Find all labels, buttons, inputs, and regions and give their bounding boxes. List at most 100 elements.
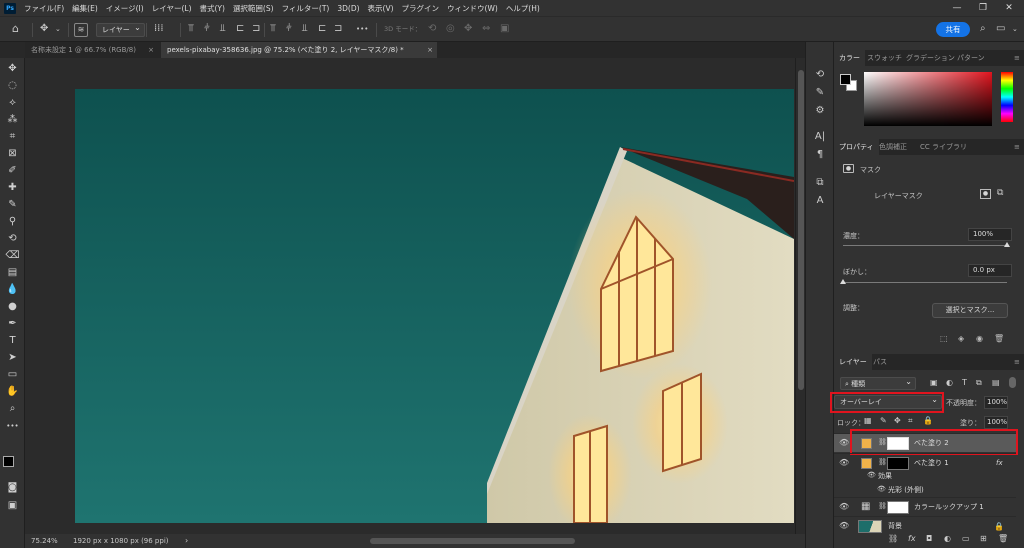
auto-select-dropdown[interactable]: レイヤー	[96, 22, 145, 37]
type-tool-icon[interactable]: T	[4, 334, 21, 348]
align-vcenter-icon[interactable]: ⫩	[204, 23, 210, 35]
close-icon[interactable]: ×	[427, 42, 433, 58]
auto-select-icon[interactable]: ≋	[74, 23, 88, 37]
horizontal-scroll-thumb[interactable]	[370, 538, 575, 544]
share-button[interactable]: 共有	[936, 22, 970, 37]
search-icon[interactable]: ⌕	[980, 23, 986, 35]
move-tool-icon[interactable]: ✥	[40, 23, 48, 35]
character-icon[interactable]: A|	[813, 130, 827, 144]
pixel-mask-icon[interactable]: ●	[980, 189, 991, 199]
align-bottom-icon[interactable]: ⫫	[220, 23, 226, 35]
tab-cc-libraries[interactable]: CC ライブラリ	[915, 139, 972, 155]
marquee-tool-icon[interactable]: ◌	[4, 79, 21, 93]
path-selection-tool-icon[interactable]: ➤	[4, 351, 21, 365]
foreground-color-swatch[interactable]	[3, 456, 14, 467]
gradient-tool-icon[interactable]: ▤	[4, 266, 21, 280]
density-field[interactable]: 100%	[968, 228, 1012, 241]
lock-pixels-icon[interactable]: ✎	[880, 416, 887, 425]
lock-artboard-icon[interactable]: ⌗	[908, 416, 913, 426]
menu-edit[interactable]: 編集(E)	[72, 3, 98, 14]
panel-menu-icon[interactable]: ≡	[1012, 354, 1022, 370]
quick-select-tool-icon[interactable]: ⁂	[4, 113, 21, 127]
lock-all-icon[interactable]: 🔒	[923, 416, 933, 425]
add-mask-icon[interactable]: ◘	[926, 534, 932, 543]
move-tool-icon[interactable]: ✥	[4, 62, 21, 76]
density-slider-knob[interactable]	[1004, 242, 1010, 247]
paragraph-icon[interactable]: ¶	[813, 148, 827, 162]
distribute-bottom-icon[interactable]: ⫫	[302, 23, 308, 35]
layer-row-color-lookup[interactable]: 👁 ▦ ⛓ カラールックアップ 1	[834, 497, 1016, 516]
new-layer-icon[interactable]: ⊞	[980, 534, 987, 543]
color-picker-field[interactable]	[864, 72, 992, 126]
filter-toggle[interactable]	[1009, 377, 1016, 388]
more-tools-icon[interactable]: •••	[4, 419, 21, 433]
menu-plugins[interactable]: プラグイン	[402, 3, 440, 14]
tab-adjustments[interactable]: 色調補正	[874, 139, 912, 155]
menu-window[interactable]: ウィンドウ(W)	[447, 3, 498, 14]
select-and-mask-button[interactable]: 選択とマスク...	[932, 303, 1008, 318]
pen-tool-icon[interactable]: ✒	[4, 317, 21, 331]
feather-field[interactable]: 0.0 px	[968, 264, 1012, 277]
3d-icon[interactable]: ⧉	[813, 176, 827, 190]
filter-pixel-icon[interactable]: ▣	[930, 378, 938, 387]
vector-mask-icon[interactable]: ⧉	[997, 188, 1003, 198]
group-icon[interactable]: ▭	[962, 534, 970, 543]
menu-3d[interactable]: 3D(D)	[337, 4, 359, 13]
panel-menu-icon[interactable]: ≡	[1012, 139, 1022, 155]
lasso-tool-icon[interactable]: ⟡	[4, 96, 21, 110]
eye-icon[interactable]: 👁	[839, 438, 849, 447]
eye-icon[interactable]: 👁	[839, 521, 849, 530]
adjustments-icon[interactable]: ⚙	[813, 104, 827, 118]
eraser-tool-icon[interactable]: ⌫	[4, 249, 21, 263]
filter-adjustment-icon[interactable]: ◐	[946, 378, 953, 387]
lock-position-icon[interactable]: ✥	[894, 416, 901, 425]
align-top-icon[interactable]: ⫪	[188, 23, 194, 35]
tab-pexels[interactable]: pexels-pixabay-358636.jpg @ 75.2% (べた塗り …	[161, 42, 437, 58]
blur-tool-icon[interactable]: 💧	[4, 283, 21, 297]
hue-slider[interactable]	[1001, 72, 1013, 122]
eye-icon[interactable]: 👁	[839, 502, 849, 511]
menu-image[interactable]: イメージ(I)	[106, 3, 144, 14]
link-icon[interactable]: ⛓	[878, 502, 887, 510]
fill-color-thumbnail[interactable]	[861, 458, 872, 469]
hand-tool-icon[interactable]: ✋	[4, 385, 21, 399]
density-slider[interactable]	[843, 242, 1010, 247]
menu-help[interactable]: ヘルプ(H)	[506, 3, 540, 14]
layer-name[interactable]: カラールックアップ 1	[914, 498, 984, 517]
feather-slider[interactable]	[840, 279, 1007, 284]
clone-stamp-tool-icon[interactable]: ⚲	[4, 215, 21, 229]
menu-type[interactable]: 書式(Y)	[200, 3, 225, 14]
layer-row-background[interactable]: 👁 背景 🔒	[834, 516, 1016, 535]
history-icon[interactable]: ⟲	[813, 68, 827, 82]
brush-settings-icon[interactable]: ✎	[813, 86, 827, 100]
document-canvas[interactable]	[75, 89, 794, 523]
history-brush-tool-icon[interactable]: ⟲	[4, 232, 21, 246]
fill-field[interactable]: 100%	[984, 416, 1008, 429]
foreground-color-chip[interactable]	[840, 74, 851, 85]
brush-tool-icon[interactable]: ✎	[4, 198, 21, 212]
workspace-chevron-icon[interactable]: ⌄	[1012, 23, 1018, 35]
lock-transparency-icon[interactable]: ▦	[864, 416, 872, 425]
transform-controls-icon[interactable]: ⁞⁞⁞	[154, 23, 164, 35]
align-left-icon[interactable]: ⊏	[236, 23, 244, 35]
layer-mask-thumbnail[interactable]	[887, 501, 909, 514]
panel-menu-icon[interactable]: ≡	[1012, 50, 1022, 66]
tab-patterns[interactable]: パターン	[952, 50, 990, 66]
menu-view[interactable]: 表示(V)	[368, 3, 394, 14]
dodge-tool-icon[interactable]: ●	[4, 300, 21, 314]
rectangle-tool-icon[interactable]: ▭	[4, 368, 21, 382]
distribute-right-icon[interactable]: ⊐	[334, 23, 342, 35]
outer-glow-row[interactable]: 👁 光彩 (外側)	[834, 483, 1016, 497]
background-thumbnail[interactable]	[858, 520, 882, 533]
minimize-button[interactable]: —	[946, 0, 968, 16]
menu-layer[interactable]: レイヤー(L)	[152, 3, 192, 14]
quick-mask-icon[interactable]: ◙	[4, 481, 21, 495]
load-selection-icon[interactable]: ⬚	[940, 334, 948, 343]
apply-mask-icon[interactable]: ◈	[958, 334, 964, 343]
tab-properties[interactable]: プロパティ	[834, 139, 879, 155]
filter-smart-object-icon[interactable]: ▤	[992, 378, 1000, 387]
opacity-field[interactable]: 100%	[984, 396, 1008, 409]
tab-layers[interactable]: レイヤー	[834, 354, 872, 370]
close-window-button[interactable]: ✕	[998, 0, 1020, 16]
distribute-left-icon[interactable]: ⊏	[318, 23, 326, 35]
